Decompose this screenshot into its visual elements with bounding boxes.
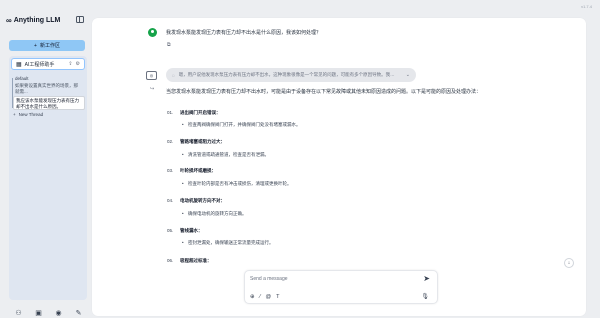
workspace-name: AI工程师助手 (24, 61, 55, 68)
list-item-desc: 密封泄漏处，确保输送正常流量完成运行。 (182, 240, 273, 246)
message-composer: ➤ ⊕ ⁄ @ T 🎙 (244, 270, 438, 304)
copy-icon[interactable]: ⧉ (167, 42, 171, 48)
thinking-text: 嗯，用户说他发现水泵压力表有压力却不出水，这种现象很像是一个常见的问题，可能有多… (178, 72, 395, 77)
list-number: 03. (167, 168, 174, 173)
workspace-item[interactable]: ▦ AI工程师助手 ⇪ ⚙ (11, 58, 85, 70)
thinking-collapse[interactable]: ◌ 嗯，用户说他发现水泵压力表有压力却不出水，这种现象很像是一个常见的问题，可能… (166, 68, 416, 82)
list-item-title: 管路堵塞或阻力过大： (180, 139, 225, 144)
sidebar-toggle-icon[interactable] (76, 16, 84, 23)
workspace-panel: ▦ AI工程师助手 ⇪ ⚙ default 如果要设置真实世界的场景，那就需..… (9, 56, 87, 300)
text-size-icon[interactable]: T (276, 294, 279, 300)
thread-item-default[interactable]: default (15, 76, 29, 81)
list-item-title: 电动机旋转方向不对： (180, 198, 225, 203)
new-thread-label: New Thread (18, 112, 44, 117)
thinking-icon: ◌ (172, 72, 175, 78)
at-mention-icon[interactable]: @ (266, 294, 272, 300)
community-icon[interactable]: ⚇ (14, 308, 23, 317)
answer-intro: 当您发现水泵能发现压力表有压力却不出水时，可能是由于设备存在以下常见故障或其他未… (166, 89, 482, 95)
attach-icon[interactable]: ⊕ (250, 294, 255, 300)
slash-command-icon[interactable]: ⁄ (260, 294, 261, 300)
list-number: 04. (167, 198, 174, 203)
scroll-down-button[interactable]: ↓ (564, 258, 574, 268)
workspace-icon: ▦ (16, 61, 22, 68)
brand: ∞ Anything LLM (6, 16, 60, 25)
assistant-avatar-icon: ◎ (146, 71, 157, 80)
upload-icon[interactable]: ⇪ (68, 61, 72, 67)
sidebar: ∞ Anything LLM + 新工作区 ▦ AI工程师助手 ⇪ ⚙ defa… (4, 12, 88, 317)
new-workspace-label: 新工作区 (39, 43, 60, 49)
list-item-desc: 确保电动机的旋转方向正确。 (182, 211, 246, 217)
user-avatar (148, 28, 157, 37)
list-number: 01. (167, 110, 174, 115)
new-workspace-button[interactable]: + 新工作区 (9, 40, 85, 51)
brand-name: Anything LLM (13, 17, 61, 24)
thread-item-active[interactable]: 我应该水泵能发现压力表有压力却不出水是什么原因。 (13, 96, 85, 110)
list-item-title: 吸程超过标准： (180, 258, 212, 263)
chevron-down-icon: ⌄ (405, 72, 410, 78)
list-item-desc: 清洗管道或疏通管道，检查是否有泄漏。 (182, 152, 269, 158)
reply-arrow-icon: ↪ (150, 86, 155, 92)
list-item-desc: 检查两阀确保阀门打开，并确保阀门处没有堵塞或漏水。 (182, 122, 300, 128)
version-label: v1.7.4 (581, 4, 592, 9)
list-number: 06. (167, 258, 174, 263)
plus-icon: + (34, 42, 37, 49)
message-input[interactable] (250, 276, 410, 282)
list-item-desc: 检查叶轮内部是否有冲击或损伤，清理或更换叶轮。 (182, 181, 291, 187)
send-icon[interactable]: ➤ (423, 274, 430, 283)
discord-icon[interactable]: ◉ (54, 308, 63, 317)
microphone-icon[interactable]: 🎙 (421, 293, 429, 300)
wrench-icon[interactable]: ✎ (74, 308, 83, 317)
chat-panel: 我发现水泵能发现压力表有压力却不出水是什么原因，我该如何处理？ ⧉ ◎ ↪ ◌ … (92, 18, 586, 316)
new-thread-button[interactable]: + New Thread (13, 112, 43, 117)
docs-icon[interactable]: ▣ (34, 308, 43, 317)
sidebar-footer: ⚇ ▣ ◉ ✎ (14, 308, 83, 317)
user-message: 我发现水泵能发现压力表有压力却不出水是什么原因，我该如何处理？ (166, 30, 322, 36)
list-item-title: 进出阀门开启错误： (180, 110, 221, 115)
thread-item[interactable]: 如果要设置真实世界的场景，那就需... (15, 83, 79, 94)
list-number: 02. (167, 139, 174, 144)
list-item-title: 管线漏水： (180, 228, 203, 233)
list-number: 05. (167, 228, 174, 233)
infinity-logo-icon: ∞ (6, 16, 12, 25)
list-item-title: 叶轮损坏或磨损： (180, 168, 216, 173)
plus-icon: + (13, 112, 16, 117)
gear-icon[interactable]: ⚙ (76, 61, 80, 67)
